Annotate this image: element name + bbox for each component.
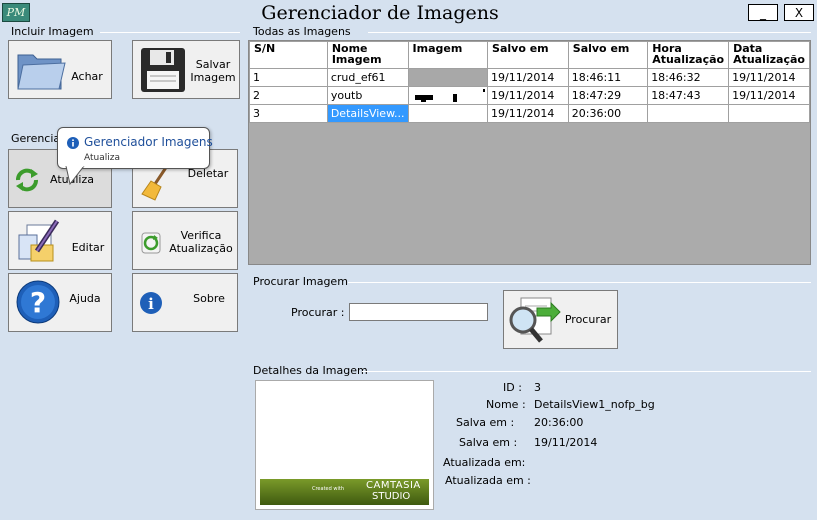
editar-button[interactable]: Editar — [8, 211, 112, 270]
detail-label-salva-data: Salva em : — [459, 436, 518, 449]
cell-salvo-data[interactable]: 19/11/2014 — [487, 68, 569, 87]
preview-canvas — [260, 385, 429, 479]
cell-nome[interactable]: crud_ef61 — [326, 68, 409, 87]
achar-label: Achar — [71, 70, 103, 83]
sobre-label: Sobre — [193, 292, 225, 305]
cell-sn[interactable]: 2 — [249, 86, 328, 105]
incluir-group-label: Incluir Imagem — [11, 25, 94, 38]
table-row[interactable]: 2 youtb 19/11/2014 18:47:29 18:47:43 19/… — [249, 86, 810, 105]
cell-imagem[interactable] — [407, 86, 489, 105]
help-icon: ? — [16, 280, 60, 324]
salvar-imagem-button[interactable]: Salvar Imagem — [132, 40, 240, 99]
detail-label-nome: Nome : — [486, 398, 526, 411]
svg-text:?: ? — [30, 286, 46, 319]
detail-label-salva-hora: Salva em : — [456, 416, 515, 429]
cell-salvo-hora[interactable]: 18:47:29 — [567, 86, 649, 105]
cell-sn[interactable]: 3 — [249, 104, 328, 123]
procurar-button-label: Procurar — [564, 313, 612, 326]
detail-value-id: 3 — [534, 381, 541, 394]
detail-value-nome: DetailsView1_nofp_bg — [534, 398, 655, 411]
achar-button[interactable]: Achar — [8, 40, 112, 99]
minimize-button[interactable]: _ — [748, 4, 778, 21]
salvar-label: Salvar Imagem — [190, 58, 236, 84]
separator — [348, 282, 811, 283]
search-icon — [509, 297, 561, 343]
broom-icon — [141, 165, 169, 201]
edit-document-icon — [18, 219, 60, 262]
watermark-brand: CAMTASIA — [366, 480, 421, 491]
watermark-brand-2: STUDIO — [372, 491, 411, 502]
tooltip: Gerenciador Imagens Atualiza — [57, 127, 213, 169]
watermark-caption: Created with — [312, 486, 344, 492]
column-header[interactable]: Hora Atualização — [647, 41, 730, 69]
grid-group-label: Todas as Imagens — [253, 25, 351, 38]
ajuda-label: Ajuda — [69, 292, 101, 305]
cell-sn[interactable]: 1 — [249, 68, 328, 87]
cell-salvo-data[interactable]: 19/11/2014 — [487, 104, 569, 123]
cell-salvo-hora[interactable]: 18:46:11 — [567, 68, 649, 87]
column-header[interactable]: Data Atualização — [728, 41, 810, 69]
table-header-row: S/N Nome Imagem Imagem Salvo em Salvo em… — [249, 41, 810, 69]
cell-salvo-hora[interactable]: 20:36:00 — [567, 104, 649, 123]
cell-hora-atualizacao[interactable]: 18:47:43 — [647, 86, 730, 105]
detail-value-salva-hora: 20:36:00 — [534, 416, 584, 429]
check-update-icon — [141, 232, 161, 254]
window-title: Gerenciador de Imagens — [261, 2, 499, 24]
cell-data-atualizacao[interactable]: 19/11/2014 — [728, 86, 810, 105]
separator — [368, 32, 811, 33]
procurar-button[interactable]: Procurar — [503, 290, 618, 349]
column-header[interactable]: S/N — [249, 41, 328, 69]
editar-label: Editar — [71, 241, 105, 254]
info-icon: i — [140, 292, 162, 314]
cell-hora-atualizacao[interactable]: 18:46:32 — [647, 68, 730, 87]
column-header[interactable]: Imagem — [407, 41, 489, 69]
tooltip-text: Atualiza — [84, 153, 120, 163]
separator — [362, 371, 811, 372]
procurar-group-label: Procurar Imagem — [253, 275, 348, 288]
camtasia-watermark: Created with CAMTASIA STUDIO — [260, 479, 429, 505]
cell-data-atualizacao[interactable] — [728, 104, 810, 123]
procurar-field-label: Procurar : — [291, 306, 345, 319]
cell-imagem[interactable] — [407, 104, 489, 123]
verifica-label: Verifica Atualização — [169, 229, 233, 255]
image-preview: Created with CAMTASIA STUDIO — [255, 380, 434, 510]
cell-nome[interactable]: youtb — [326, 86, 409, 105]
cell-imagem[interactable] — [407, 68, 489, 87]
table-row[interactable]: 3 DetailsView... 19/11/2014 20:36:00 — [249, 104, 810, 123]
table-row[interactable]: 1 crud_ef61 19/11/2014 18:46:11 18:46:32… — [249, 68, 810, 87]
cell-nome-selected[interactable]: DetailsView... — [326, 104, 409, 123]
ajuda-button[interactable]: ? Ajuda — [8, 273, 112, 332]
svg-text:i: i — [148, 295, 154, 313]
detalhes-group-label: Detalhes da Imagem — [253, 364, 368, 377]
floppy-disk-icon — [141, 48, 185, 92]
thumbnail-image — [414, 89, 485, 102]
detail-label-atualizada-hora: Atualizada em: — [443, 456, 526, 469]
cell-salvo-data[interactable]: 19/11/2014 — [487, 86, 569, 105]
search-input[interactable] — [349, 303, 488, 321]
info-icon — [67, 137, 79, 149]
images-grid[interactable]: S/N Nome Imagem Imagem Salvo em Salvo em… — [248, 40, 811, 265]
sobre-button[interactable]: i Sobre — [132, 273, 238, 332]
column-header[interactable]: Salvo em — [567, 41, 649, 69]
cell-hora-atualizacao[interactable] — [647, 104, 730, 123]
tooltip-pointer — [65, 166, 85, 186]
detail-value-salva-data: 19/11/2014 — [534, 436, 598, 449]
separator — [100, 32, 240, 33]
verifica-atualizacao-button[interactable]: Verifica Atualização — [132, 211, 238, 270]
detail-label-atualizada-data: Atualizada em : — [445, 474, 531, 487]
detail-label-id: ID : — [503, 381, 522, 394]
folder-icon — [17, 54, 66, 90]
column-header[interactable]: Nome Imagem — [326, 41, 409, 69]
title-bar: PM Gerenciador de Imagens _ X — [0, 0, 817, 24]
refresh-icon — [16, 168, 38, 192]
images-table: S/N Nome Imagem Imagem Salvo em Salvo em… — [249, 41, 810, 123]
cell-data-atualizacao[interactable]: 19/11/2014 — [728, 68, 810, 87]
tooltip-title: Gerenciador Imagens — [84, 135, 213, 149]
column-header[interactable]: Salvo em — [487, 41, 569, 69]
close-button[interactable]: X — [784, 4, 814, 21]
